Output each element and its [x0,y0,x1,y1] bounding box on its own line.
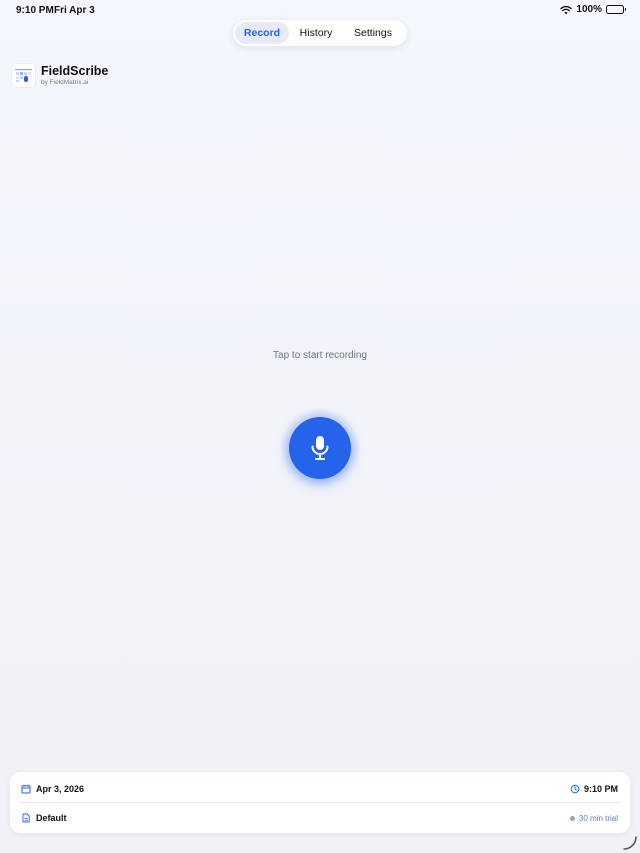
trial-dot-icon [569,815,575,821]
session-time: 9:10 PM [583,784,618,794]
session-template-row: Default 30 min trial [10,803,630,833]
tab-record[interactable]: Record [235,22,289,44]
time-field[interactable]: 9:10 PM [570,784,618,794]
battery-icon [606,5,626,14]
tab-history[interactable]: History [289,22,343,44]
template-field[interactable]: Default [21,813,67,823]
status-date: Fri Apr 3 [54,5,95,16]
recording-prompt: Tap to start recording [273,350,367,361]
date-field[interactable]: Apr 3, 2026 [21,784,84,794]
clock-icon [570,784,580,794]
microphone-icon [311,436,329,460]
app-logo [12,64,35,87]
tab-bar: Record History Settings [233,20,407,46]
brand-text: FieldScribe by FieldMatrix.ai [41,64,108,87]
calendar-icon [21,784,31,794]
brand-header: FieldScribe by FieldMatrix.ai [12,64,108,87]
status-bar: 9:10 PM Fri Apr 3 100% [0,0,640,20]
tab-settings[interactable]: Settings [343,22,403,44]
record-button[interactable] [289,417,351,479]
trial-label: 30 min trial [578,813,618,823]
loading-indicator-icon [623,836,637,850]
status-time: 9:10 PM [16,5,54,16]
trial-status: 30 min trial [569,813,618,823]
wifi-icon [560,5,573,14]
app-subtitle: by FieldMatrix.ai [41,79,89,86]
session-info-card: Apr 3, 2026 9:10 PM Default 30 min trial [10,772,630,833]
battery-percentage: 100% [576,4,602,15]
session-date-row: Apr 3, 2026 9:10 PM [10,774,630,804]
template-name: Default [36,813,67,823]
app-name: FieldScribe [41,64,109,78]
session-date: Apr 3, 2026 [36,784,85,794]
status-indicators: 100% [560,4,626,15]
document-icon [22,813,30,823]
